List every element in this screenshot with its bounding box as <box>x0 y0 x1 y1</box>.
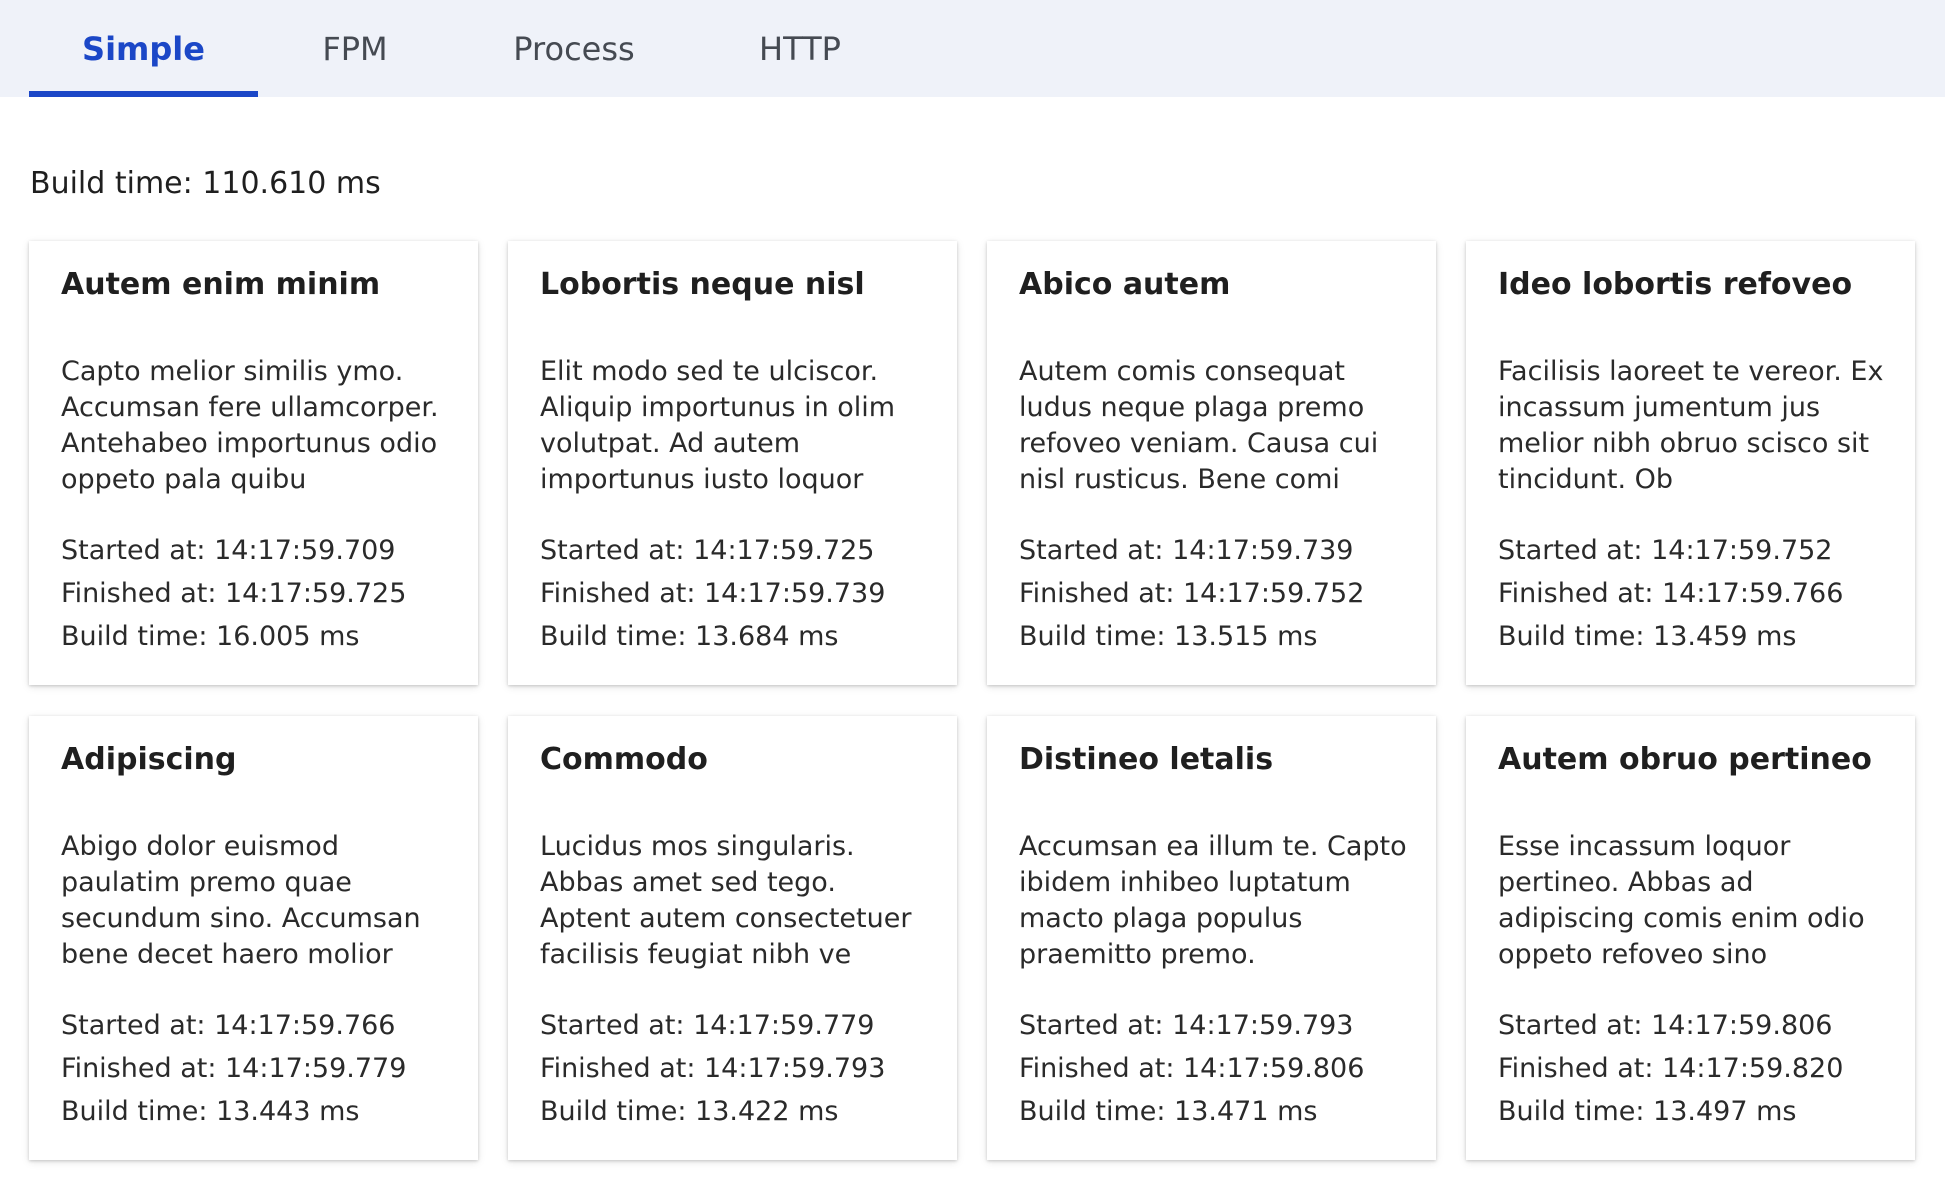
card-meta: Started at: 14:17:59.752 Finished at: 14… <box>1498 529 1895 658</box>
card-build-time: Build time: 13.443 ms <box>61 1096 360 1127</box>
card-title: Abico autem <box>1019 267 1231 302</box>
tab-process[interactable]: Process <box>470 0 678 97</box>
card-meta: Started at: 14:17:59.793 Finished at: 14… <box>1019 1004 1416 1133</box>
card-title: Ideo lobortis refoveo <box>1498 267 1853 302</box>
card-build-time: Build time: 13.515 ms <box>1019 621 1318 652</box>
card-description: Facilisis laoreet te vereor. Ex incassum… <box>1498 356 1884 495</box>
started-at: Started at: 14:17:59.806 <box>1498 1010 1833 1041</box>
card-meta: Started at: 14:17:59.766 Finished at: 14… <box>61 1004 458 1133</box>
card-meta: Started at: 14:17:59.725 Finished at: 14… <box>540 529 937 658</box>
card-description: Elit modo sed te ulciscor. Aliquip impor… <box>540 356 896 495</box>
started-at: Started at: 14:17:59.725 <box>540 535 875 566</box>
tab-fpm[interactable]: FPM <box>270 0 440 97</box>
card-build-time: Build time: 16.005 ms <box>61 621 360 652</box>
started-at: Started at: 14:17:59.709 <box>61 535 396 566</box>
finished-at: Finished at: 14:17:59.739 <box>540 578 886 609</box>
finished-at: Finished at: 14:17:59.806 <box>1019 1053 1365 1084</box>
started-at: Started at: 14:17:59.766 <box>61 1010 396 1041</box>
card-description: Lucidus mos singularis. Abbas amet sed t… <box>540 831 912 970</box>
card-description: Abigo dolor euismod paulatim premo quae … <box>61 831 421 970</box>
build-card: Abico autem Autem comis consequat ludus … <box>987 241 1436 685</box>
started-at: Started at: 14:17:59.793 <box>1019 1010 1354 1041</box>
card-grid: Autem enim minim Capto melior similis ym… <box>29 241 1915 1160</box>
card-title: Adipiscing <box>61 742 237 777</box>
card-description: Autem comis consequat ludus neque plaga … <box>1019 356 1379 495</box>
card-build-time: Build time: 13.684 ms <box>540 621 839 652</box>
card-meta: Started at: 14:17:59.739 Finished at: 14… <box>1019 529 1416 658</box>
started-at: Started at: 14:17:59.739 <box>1019 535 1354 566</box>
tab-simple[interactable]: Simple <box>29 0 258 97</box>
card-title: Distineo letalis <box>1019 742 1274 777</box>
finished-at: Finished at: 14:17:59.779 <box>61 1053 407 1084</box>
card-description: Esse incassum loquor pertineo. Abbas ad … <box>1498 831 1865 970</box>
tab-http[interactable]: HTTP <box>700 0 900 97</box>
card-title: Lobortis neque nisl <box>540 267 865 302</box>
card-build-time: Build time: 13.459 ms <box>1498 621 1797 652</box>
build-card: Lobortis neque nisl Elit modo sed te ulc… <box>508 241 957 685</box>
card-build-time: Build time: 13.497 ms <box>1498 1096 1797 1127</box>
card-title: Autem obruo pertineo <box>1498 742 1872 777</box>
card-description: Capto melior similis ymo. Accumsan fere … <box>61 356 439 495</box>
build-card: Distineo letalis Accumsan ea illum te. C… <box>987 716 1436 1160</box>
card-title: Autem enim minim <box>61 267 381 302</box>
card-title: Commodo <box>540 742 708 777</box>
card-meta: Started at: 14:17:59.806 Finished at: 14… <box>1498 1004 1895 1133</box>
started-at: Started at: 14:17:59.779 <box>540 1010 875 1041</box>
finished-at: Finished at: 14:17:59.820 <box>1498 1053 1844 1084</box>
build-card: Commodo Lucidus mos singularis. Abbas am… <box>508 716 957 1160</box>
card-build-time: Build time: 13.471 ms <box>1019 1096 1318 1127</box>
finished-at: Finished at: 14:17:59.752 <box>1019 578 1365 609</box>
finished-at: Finished at: 14:17:59.725 <box>61 578 407 609</box>
build-card: Autem obruo pertineo Esse incassum loquo… <box>1466 716 1915 1160</box>
tab-bar: Simple FPM Process HTTP <box>0 0 1945 97</box>
card-description: Accumsan ea illum te. Capto ibidem inhib… <box>1019 831 1407 970</box>
build-card: Adipiscing Abigo dolor euismod paulatim … <box>29 716 478 1160</box>
finished-at: Finished at: 14:17:59.766 <box>1498 578 1844 609</box>
started-at: Started at: 14:17:59.752 <box>1498 535 1833 566</box>
build-card: Autem enim minim Capto melior similis ym… <box>29 241 478 685</box>
card-build-time: Build time: 13.422 ms <box>540 1096 839 1127</box>
finished-at: Finished at: 14:17:59.793 <box>540 1053 886 1084</box>
build-card: Ideo lobortis refoveo Facilisis laoreet … <box>1466 241 1915 685</box>
total-build-time: Build time: 110.610 ms <box>30 166 381 201</box>
card-meta: Started at: 14:17:59.779 Finished at: 14… <box>540 1004 937 1133</box>
card-meta: Started at: 14:17:59.709 Finished at: 14… <box>61 529 458 658</box>
